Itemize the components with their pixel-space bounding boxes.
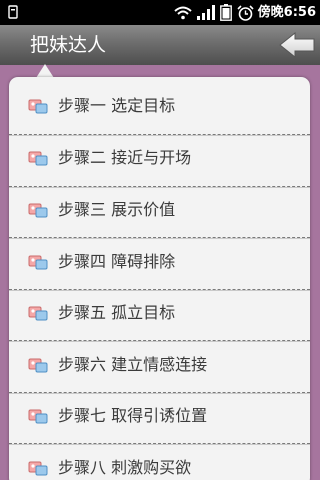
wifi-icon [174, 6, 192, 19]
battery-icon [220, 4, 232, 21]
menu-item-label: 步骤三 展示价值 [58, 200, 176, 219]
menu-item-step-5[interactable]: 步骤五 孤立目标 [9, 290, 310, 341]
status-time: 6:56 [283, 5, 316, 20]
status-carrier-text: 傍晚 [257, 5, 284, 20]
menu-pointer [36, 64, 54, 78]
menu-item-label: 步骤二 接近与开场 [58, 148, 192, 167]
list-item-icon [28, 99, 48, 114]
status-icons [174, 4, 254, 21]
notification-icon [8, 5, 18, 19]
menu-item-label: 步骤七 取得引诱位置 [58, 406, 208, 425]
back-arrow-icon[interactable] [278, 31, 316, 59]
list-item-icon [28, 409, 48, 424]
menu-item-step-8[interactable]: 步骤八 刺激购买欲 [9, 445, 310, 480]
menu-item-step-6[interactable]: 步骤六 建立情感连接 [9, 342, 310, 393]
menu-item-label: 步骤四 障碍排除 [58, 252, 176, 271]
page-title: 把妹达人 [30, 34, 107, 56]
title-bar: 把妹达人 [0, 25, 320, 65]
list-item-icon [28, 306, 48, 321]
alarm-icon [237, 4, 254, 21]
menu-item-label: 步骤五 孤立目标 [58, 303, 176, 322]
status-clock: 傍晚6:56 [258, 4, 316, 21]
menu-item-step-3[interactable]: 步骤三 展示价值 [9, 187, 310, 238]
signal-icon [197, 5, 215, 20]
list-item-icon [28, 255, 48, 270]
menu-item-label: 步骤八 刺激购买欲 [58, 458, 192, 477]
status-bar: 傍晚6:56 [0, 0, 320, 25]
menu-item-step-2[interactable]: 步骤二 接近与开场 [9, 135, 310, 186]
list-item-icon [28, 151, 48, 166]
menu-item-label: 步骤六 建立情感连接 [58, 355, 208, 374]
list-item-icon [28, 358, 48, 373]
menu-item-step-1[interactable]: 步骤一 选定目标 [9, 83, 310, 134]
list-item-icon [28, 203, 48, 218]
menu-item-label: 步骤一 选定目标 [58, 96, 176, 115]
steps-menu: 步骤一 选定目标 步骤二 接近与开场 步骤三 展示价值 步骤四 障碍排除 步骤五… [9, 77, 310, 480]
menu-item-step-4[interactable]: 步骤四 障碍排除 [9, 239, 310, 290]
menu-item-step-7[interactable]: 步骤七 取得引诱位置 [9, 393, 310, 444]
list-item-icon [28, 461, 48, 476]
